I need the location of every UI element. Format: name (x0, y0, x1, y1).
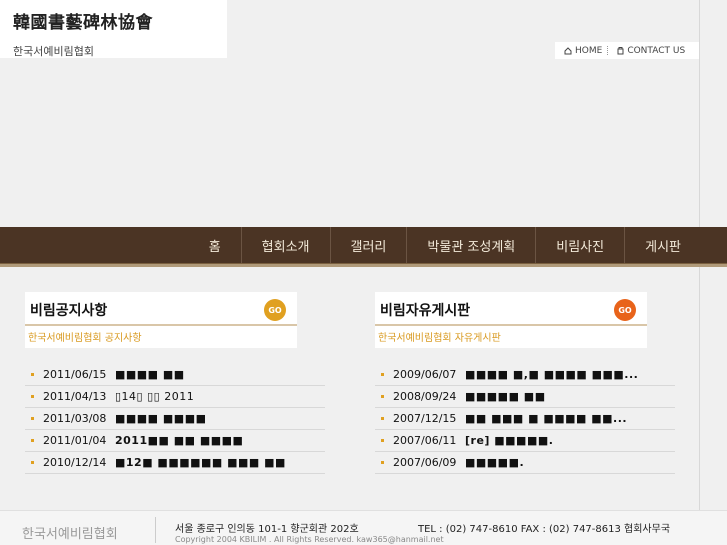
item-date: 2011/03/08 (43, 412, 107, 425)
nav-item-museum-plan[interactable]: 박물관 조성계획 (406, 227, 535, 263)
home-label: HOME (575, 45, 603, 56)
home-link[interactable]: HOME (555, 46, 607, 56)
item-title[interactable]: ■■■■ ■■ (115, 368, 185, 381)
notice-subtitle: 한국서예비림협회 공지사항 (28, 333, 142, 344)
board-title[interactable]: 비림자유게시판 (380, 300, 470, 320)
item-date: 2011/06/15 (43, 368, 107, 381)
nav-underline (0, 263, 727, 267)
nav-item-photos[interactable]: 비림사진 (535, 227, 624, 263)
board-divider (375, 324, 647, 326)
board-subtitle: 한국서예비림협회 자유게시판 (378, 333, 501, 344)
item-title[interactable]: ■■■■ ■,■ ■■■■ ■■■... (465, 368, 638, 381)
footer-copyright: Copyright 2004 KBILIM . All Rights Reser… (175, 535, 444, 544)
notice-header: 비림공지사항 GO 한국서예비림협회 공지사항 (25, 292, 297, 348)
logo-hanja: 韓國書藝碑林協會 (13, 13, 153, 33)
bullet-icon (381, 439, 384, 442)
footer-address: 서울 종로구 인의동 101-1 향군회관 202호 (175, 524, 359, 535)
notice-divider (25, 324, 297, 326)
list-item[interactable]: 2008/09/24 ■■■■■ ■■ (375, 386, 675, 408)
nav-item-board[interactable]: 게시판 (624, 227, 701, 263)
nav-item-home[interactable]: 홈 (189, 227, 241, 263)
main-nav: 홈 협회소개 갤러리 박물관 조성계획 비림사진 게시판 (0, 227, 727, 263)
board-list: 2009/06/07 ■■■■ ■,■ ■■■■ ■■■... 2008/09/2… (375, 364, 675, 474)
nav-item-gallery[interactable]: 갤러리 (329, 227, 407, 263)
item-title[interactable]: ■■ ■■■ ■ ■■■■ ■■... (465, 412, 627, 425)
bullet-icon (381, 417, 384, 420)
bullet-icon (381, 461, 384, 464)
list-item[interactable]: 2011/04/13 ▯14▯ ▯▯ 2011 (25, 386, 325, 408)
list-item[interactable]: 2011/06/15 ■■■■ ■■ (25, 364, 325, 386)
item-date: 2011/04/13 (43, 390, 107, 403)
list-item[interactable]: 2011/03/08 ■■■■ ■■■■ (25, 408, 325, 430)
item-title[interactable]: ■■■■■. (465, 456, 524, 469)
notice-panel: 비림공지사항 GO 한국서예비림협회 공지사항 2011/06/15 ■■■■ ■… (25, 292, 325, 474)
bullet-icon (31, 461, 34, 464)
footer-brand: 한국서예비림협회 (22, 527, 118, 542)
list-item[interactable]: 2007/12/15 ■■ ■■■ ■ ■■■■ ■■... (375, 408, 675, 430)
item-title[interactable]: ■■■■■ ■■ (465, 390, 546, 403)
bullet-icon (381, 373, 384, 376)
item-date: 2010/12/14 (43, 456, 107, 469)
item-date: 2008/09/24 (393, 390, 457, 403)
item-date: 2007/06/09 (393, 456, 457, 469)
footer-contact: TEL : (02) 747-8610 FAX : (02) 747-8613 … (418, 524, 671, 535)
nav-item-about[interactable]: 협회소개 (240, 227, 330, 263)
logo[interactable]: 韓國書藝碑林協會 한국서예비림협회 (0, 0, 227, 58)
item-title[interactable]: ▯14▯ ▯▯ 2011 (115, 390, 194, 403)
top-utility-nav: HOME CONTACT US (555, 42, 699, 59)
item-date: 2007/06/11 (393, 434, 457, 447)
bullet-icon (31, 417, 34, 420)
item-date: 2007/12/15 (393, 412, 457, 425)
home-icon (564, 46, 572, 54)
item-title[interactable]: ■■■■ ■■■■ (115, 412, 206, 425)
list-item[interactable]: 2011/01/04 2011■■ ■■ ■■■■ (25, 430, 325, 452)
board-panel: 비림자유게시판 GO 한국서예비림협회 자유게시판 2009/06/07 ■■■■… (375, 292, 675, 474)
contact-link[interactable]: CONTACT US (608, 46, 690, 56)
item-title[interactable]: ■12■ ■■■■■■ ■■■ ■■ (115, 456, 286, 469)
notice-list: 2011/06/15 ■■■■ ■■ 2011/04/13 ▯14▯ ▯▯ 2011… (25, 364, 325, 474)
item-title[interactable]: 2011■■ ■■ ■■■■ (115, 434, 243, 447)
list-item[interactable]: 2007/06/11 [re] ■■■■■. (375, 430, 675, 452)
notice-title[interactable]: 비림공지사항 (30, 300, 107, 320)
list-item[interactable]: 2010/12/14 ■12■ ■■■■■■ ■■■ ■■ (25, 452, 325, 474)
bullet-icon (31, 373, 34, 376)
notice-go-button[interactable]: GO (264, 299, 286, 321)
bullet-icon (31, 395, 34, 398)
contact-icon (617, 47, 624, 55)
list-item[interactable]: 2007/06/09 ■■■■■. (375, 452, 675, 474)
logo-korean: 한국서예비림협회 (13, 45, 94, 58)
bullet-icon (31, 439, 34, 442)
bullet-icon (381, 395, 384, 398)
item-date: 2009/06/07 (393, 368, 457, 381)
footer-divider (155, 517, 156, 543)
board-header: 비림자유게시판 GO 한국서예비림협회 자유게시판 (375, 292, 647, 348)
page-edge-line (699, 0, 700, 545)
item-title[interactable]: [re] ■■■■■. (465, 434, 553, 447)
board-go-button[interactable]: GO (614, 299, 636, 321)
list-item[interactable]: 2009/06/07 ■■■■ ■,■ ■■■■ ■■■... (375, 364, 675, 386)
footer: 한국서예비림협회 서울 종로구 인의동 101-1 향군회관 202호 TEL … (0, 510, 727, 545)
contact-label: CONTACT US (627, 45, 686, 56)
item-date: 2011/01/04 (43, 434, 107, 447)
